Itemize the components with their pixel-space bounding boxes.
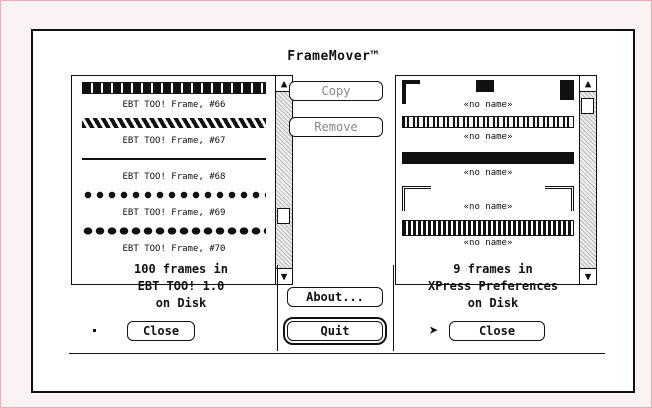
list-item-label: EBT TOO! Frame, #70: [122, 244, 226, 254]
list-item[interactable]: EBT TOO! Frame, #68: [72, 148, 276, 184]
left-info-line-1: 100 frames in: [134, 262, 228, 276]
left-scrollbar[interactable]: ▲ ▼: [275, 76, 292, 284]
right-scrollbar[interactable]: ▲ ▼: [579, 76, 596, 284]
frame-preview: [402, 116, 574, 128]
frame-preview: [82, 226, 266, 236]
right-info-line-2: XPress Preferences: [427, 279, 559, 293]
remove-button[interactable]: Remove: [289, 117, 383, 137]
list-item[interactable]: EBT TOO! Frame, #70: [72, 220, 276, 256]
list-item[interactable]: EBT TOO! Frame, #67: [72, 112, 276, 148]
mouse-cursor-icon: ➤: [429, 321, 439, 340]
right-frame-list[interactable]: «no name» «no name» «no name» «no name»: [395, 75, 597, 285]
right-list-content: «no name» «no name» «no name» «no name»: [396, 76, 580, 284]
frame-preview: [82, 158, 266, 160]
scroll-thumb[interactable]: [277, 208, 290, 224]
vertical-divider: [393, 265, 394, 351]
list-item-label: «no name»: [463, 202, 513, 212]
right-info-line-1: 9 frames in: [453, 262, 533, 276]
left-close-button[interactable]: Close: [127, 321, 195, 341]
quit-button[interactable]: Quit: [283, 317, 387, 345]
scroll-up-arrow-icon[interactable]: ▲: [580, 76, 596, 92]
frame-preview: [560, 80, 574, 100]
list-item-label: «no name»: [463, 168, 513, 178]
list-item-label: «no name»: [463, 238, 513, 248]
list-item-label: EBT TOO! Frame, #67: [122, 136, 226, 146]
screenshot-page: FrameMover™ EBT TOO! Frame, #66 EBT TOO!…: [0, 0, 652, 408]
frame-preview: [82, 190, 266, 200]
left-frame-list[interactable]: EBT TOO! Frame, #66 EBT TOO! Frame, #67 …: [71, 75, 293, 285]
dot-marker: [93, 329, 96, 332]
list-item-label: «no name»: [463, 100, 513, 110]
left-list-content: EBT TOO! Frame, #66 EBT TOO! Frame, #67 …: [72, 76, 276, 284]
vertical-divider: [277, 265, 278, 351]
list-item-label: EBT TOO! Frame, #66: [122, 100, 226, 110]
window-title: FrameMover™: [287, 49, 379, 64]
list-item-label: «no name»: [463, 132, 513, 142]
frame-preview: [82, 118, 266, 128]
frame-preview: [476, 80, 494, 92]
frame-preview: [82, 82, 266, 94]
left-info-line-2: EBT TOO! 1.0: [137, 279, 225, 293]
left-info-line-3: on Disk: [155, 296, 207, 310]
right-close-button[interactable]: Close: [449, 321, 545, 341]
right-file-info: 9 frames in XPress Preferences on Disk: [393, 261, 593, 312]
list-item[interactable]: «no name»: [396, 182, 580, 218]
list-item[interactable]: «no name»: [396, 148, 580, 182]
list-item[interactable]: EBT TOO! Frame, #69: [72, 184, 276, 220]
framemover-dialog: FrameMover™ EBT TOO! Frame, #66 EBT TOO!…: [31, 29, 635, 393]
list-item[interactable]: «no name»: [396, 76, 580, 114]
list-item[interactable]: EBT TOO! Frame, #66: [72, 76, 276, 112]
list-item-label: EBT TOO! Frame, #69: [122, 208, 226, 218]
about-button[interactable]: About...: [287, 287, 383, 307]
frame-preview: [402, 152, 574, 164]
horizontal-divider: [69, 353, 605, 354]
left-file-info: 100 frames in EBT TOO! 1.0 on Disk: [81, 261, 281, 312]
frame-preview: [402, 220, 574, 236]
list-item-label: EBT TOO! Frame, #68: [122, 172, 226, 182]
list-item[interactable]: «no name»: [396, 218, 580, 254]
right-info-line-3: on Disk: [467, 296, 519, 310]
copy-button[interactable]: Copy: [289, 81, 383, 101]
list-item[interactable]: «no name»: [396, 114, 580, 148]
scroll-thumb[interactable]: [581, 98, 594, 114]
